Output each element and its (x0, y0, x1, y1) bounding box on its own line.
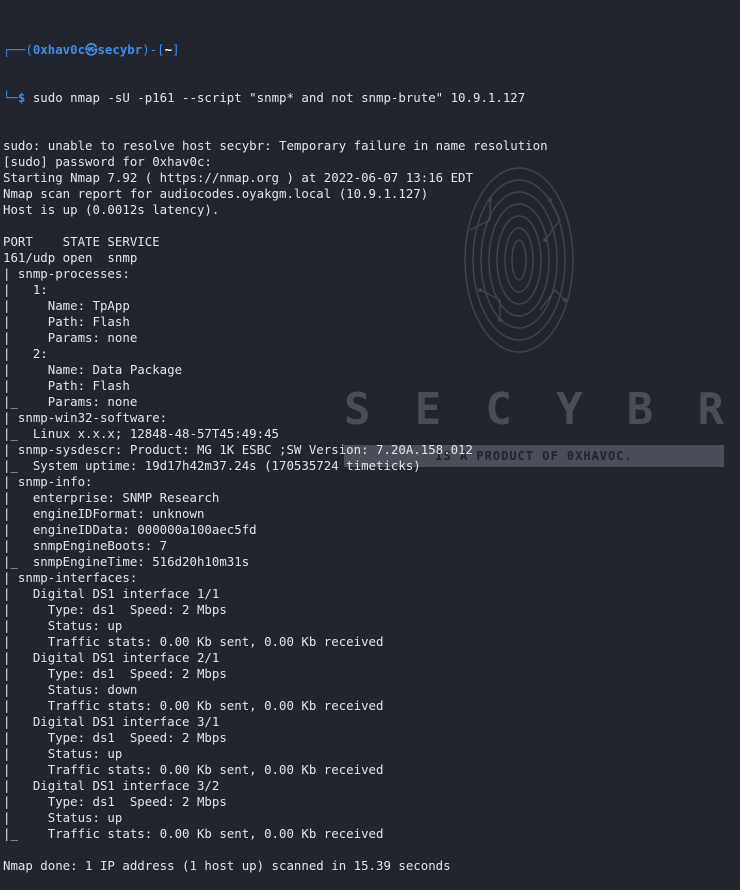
output-line: | Status: up (3, 618, 123, 633)
brand-letter: Y (556, 384, 583, 435)
output-line: | Traffic stats: 0.00 Kb sent, 0.00 Kb r… (3, 762, 384, 777)
prompt-cwd: ~ (164, 42, 173, 57)
output-line: | Type: ds1 Speed: 2 Mbps (3, 602, 227, 617)
output-line: | Digital DS1 interface 1/1 (3, 586, 220, 601)
prompt-header: ┌──(0xhav0c㉿secybr)-[~] (3, 42, 180, 57)
output-line: |_ snmpEngineTime: 516d20h10m31s (3, 554, 250, 569)
output-line: Host is up (0.0012s latency). (3, 202, 220, 217)
output-line: Starting Nmap 7.92 ( https://nmap.org ) … (3, 170, 473, 185)
output-line: |_ Params: none (3, 394, 138, 409)
output-line: sudo: unable to resolve host secybr: Tem… (3, 138, 548, 153)
output-line: | snmp-processes: (3, 266, 130, 281)
output-line: Nmap scan report for audiocodes.oyakgm.l… (3, 186, 429, 201)
prompt-at: ㉿ (85, 42, 98, 57)
output-line: |_ Linux x.x.x; 12848-48-57T45:49:45 (3, 426, 280, 441)
output-line: | snmp-interfaces: (3, 570, 138, 585)
output-line: | Type: ds1 Speed: 2 Mbps (3, 666, 227, 681)
output-line: | enterprise: SNMP Research (3, 490, 220, 505)
output-line: |_ Traffic stats: 0.00 Kb sent, 0.00 Kb … (3, 826, 384, 841)
output-line: | Path: Flash (3, 378, 130, 393)
output-line: | Path: Flash (3, 314, 130, 329)
prompt-host: secybr (97, 42, 143, 57)
output-line: | Traffic stats: 0.00 Kb sent, 0.00 Kb r… (3, 634, 384, 649)
brand-letter: R (697, 384, 724, 435)
output-line: | snmp-sysdescr: Product: MG 1K ESBC ;SW… (3, 442, 473, 457)
output-line: | Digital DS1 interface 2/1 (3, 650, 220, 665)
output-line: | 1: (3, 282, 48, 297)
output-line: | snmp-info: (3, 474, 93, 489)
output-line: |_ System uptime: 19d17h42m37.24s (17053… (3, 458, 421, 473)
output-line: | snmp-win32-software: (3, 410, 168, 425)
output-line: 161/udp open snmp (3, 250, 138, 265)
output-line: | engineIDFormat: unknown (3, 506, 205, 521)
command-output: sudo: unable to resolve host secybr: Tem… (3, 138, 548, 874)
output-line: [sudo] password for 0xhav0c: (3, 154, 212, 169)
output-line: | snmpEngineBoots: 7 (3, 538, 168, 553)
output-line: | Name: TpApp (3, 298, 130, 313)
output-line: | Params: none (3, 330, 138, 345)
output-line: | Status: up (3, 746, 123, 761)
output-line: | Status: up (3, 810, 123, 825)
output-line: | Digital DS1 interface 3/1 (3, 714, 220, 729)
output-line: | Traffic stats: 0.00 Kb sent, 0.00 Kb r… (3, 698, 384, 713)
output-line: PORT STATE SERVICE (3, 234, 160, 249)
terminal-output[interactable]: ┌──(0xhav0c㉿secybr)-[~] └─$ sudo nmap -s… (3, 10, 548, 890)
output-line: | Status: down (3, 682, 138, 697)
command-text: sudo nmap -sU -p161 --script "snmp* and … (25, 90, 526, 105)
command-line[interactable]: └─$ sudo nmap -sU -p161 --script "snmp* … (3, 90, 548, 106)
output-line: | Type: ds1 Speed: 2 Mbps (3, 794, 227, 809)
output-line: | 2: (3, 346, 48, 361)
output-line: | Name: Data Package (3, 362, 183, 377)
brand-letter: B (626, 384, 654, 435)
prompt-user: 0xhav0c (32, 42, 86, 57)
output-line: Nmap done: 1 IP address (1 host up) scan… (3, 858, 451, 873)
output-line: | Digital DS1 interface 3/2 (3, 778, 220, 793)
output-line: | Type: ds1 Speed: 2 Mbps (3, 730, 227, 745)
output-line: | engineIDData: 000000a100aec5fd (3, 522, 257, 537)
